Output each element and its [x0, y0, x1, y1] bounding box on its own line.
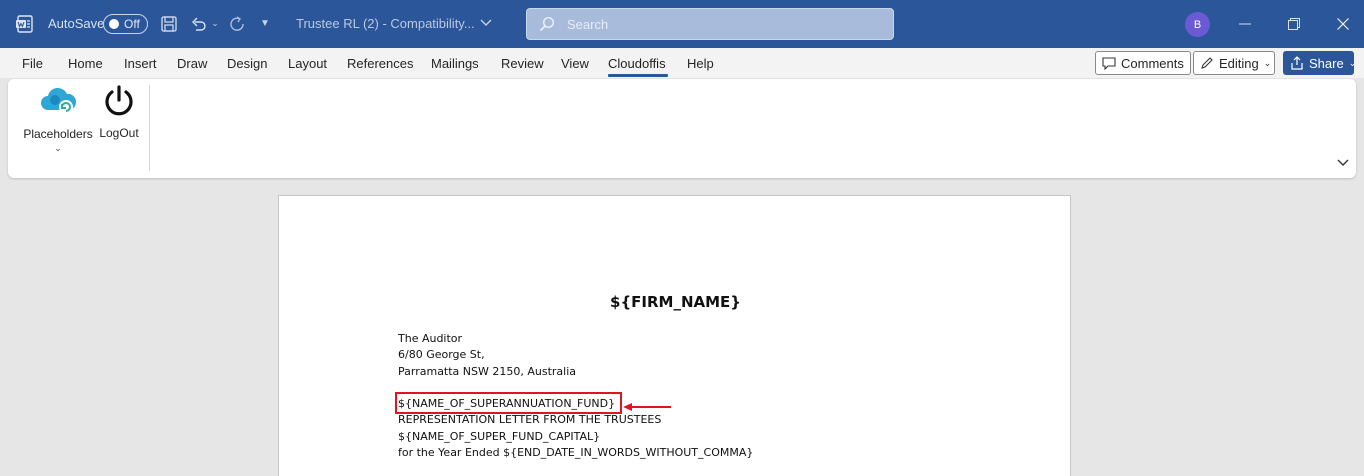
tab-draw[interactable]: Draw: [177, 56, 207, 71]
tab-file[interactable]: File: [22, 56, 43, 71]
title-bar: AutoSave Off ⌄ ▼ Trustee RL (2) - Compat…: [0, 0, 1364, 48]
active-tab-indicator: [608, 74, 668, 77]
chevron-down-icon: ⌄: [1348, 57, 1357, 68]
fund-capital-placeholder: ${NAME_OF_SUPER_FUND_CAPITAL}: [398, 430, 601, 443]
pencil-icon: [1200, 56, 1214, 70]
restore-icon[interactable]: [1281, 13, 1307, 35]
search-icon: [527, 9, 567, 39]
share-icon: [1290, 56, 1304, 70]
placeholders-label: Placeholders: [23, 127, 93, 141]
ribbon: Placeholders ⌄ LogOut: [8, 79, 1356, 178]
annotation-highlight-box: [395, 392, 622, 414]
redo-icon[interactable]: [226, 13, 248, 35]
tab-review[interactable]: Review: [501, 56, 544, 71]
menu-bar: File Home Insert Draw Design Layout Refe…: [0, 48, 1364, 78]
tab-help[interactable]: Help: [687, 56, 714, 71]
minimize-icon[interactable]: [1232, 13, 1258, 35]
autosave-toggle[interactable]: Off: [103, 14, 148, 34]
chevron-down-icon: ⌄: [1263, 57, 1272, 68]
close-icon[interactable]: [1330, 13, 1356, 35]
firm-name-placeholder: ${FIRM_NAME}: [610, 293, 741, 311]
save-icon[interactable]: [158, 13, 180, 35]
customize-quick-access-icon[interactable]: ▼: [258, 15, 272, 31]
tab-view[interactable]: View: [561, 56, 589, 71]
search-placeholder: Search: [567, 16, 609, 32]
address-line-1: 6/80 George St,: [398, 348, 485, 361]
tab-home[interactable]: Home: [68, 56, 103, 71]
tab-cloudoffis[interactable]: Cloudoffis: [608, 56, 666, 71]
logout-label: LogOut: [99, 126, 139, 140]
chevron-down-icon[interactable]: [478, 14, 494, 32]
recipient-line: The Auditor: [398, 332, 463, 345]
logout-button[interactable]: LogOut: [96, 84, 142, 140]
ribbon-options-chevron-icon[interactable]: [1335, 156, 1351, 170]
editing-label: Editing: [1219, 55, 1259, 71]
address-line-2: Parramatta NSW 2150, Australia: [398, 365, 577, 378]
letter-heading: REPRESENTATION LETTER FROM THE TRUSTEES: [398, 413, 662, 426]
document-page[interactable]: ${FIRM_NAME} The Auditor 6/80 George St,…: [278, 195, 1071, 476]
tab-mailings[interactable]: Mailings: [431, 56, 479, 71]
undo-dropdown-icon[interactable]: ⌄: [210, 16, 220, 30]
word-app-icon: [14, 13, 36, 35]
comments-button[interactable]: Comments: [1095, 51, 1191, 75]
share-label: Share: [1309, 55, 1344, 71]
search-box[interactable]: Search: [526, 8, 894, 40]
comment-icon: [1102, 56, 1116, 70]
annotation-arrow-icon: [623, 399, 673, 411]
autosave-state: Off: [124, 17, 140, 31]
document-title[interactable]: Trustee RL (2) - Compatibility...: [296, 16, 475, 31]
share-button[interactable]: Share ⌄: [1283, 51, 1357, 75]
period-line: for the Year Ended ${END_DATE_IN_WORDS_W…: [398, 446, 754, 459]
chevron-down-icon: ⌄: [54, 143, 62, 153]
autosave-label: AutoSave: [48, 16, 105, 31]
comments-label: Comments: [1121, 55, 1184, 71]
power-icon: [102, 84, 136, 123]
undo-icon[interactable]: [188, 13, 210, 35]
tab-layout[interactable]: Layout: [288, 56, 327, 71]
toggle-knob: [109, 19, 119, 29]
avatar[interactable]: B: [1185, 12, 1210, 37]
editing-mode-button[interactable]: Editing ⌄: [1193, 51, 1275, 75]
tab-insert[interactable]: Insert: [124, 56, 157, 71]
tab-references[interactable]: References: [347, 56, 413, 71]
ribbon-group-divider: [149, 85, 150, 171]
tab-design[interactable]: Design: [227, 56, 267, 71]
cloud-sync-icon: [39, 85, 77, 124]
placeholders-button[interactable]: Placeholders ⌄: [23, 85, 93, 154]
